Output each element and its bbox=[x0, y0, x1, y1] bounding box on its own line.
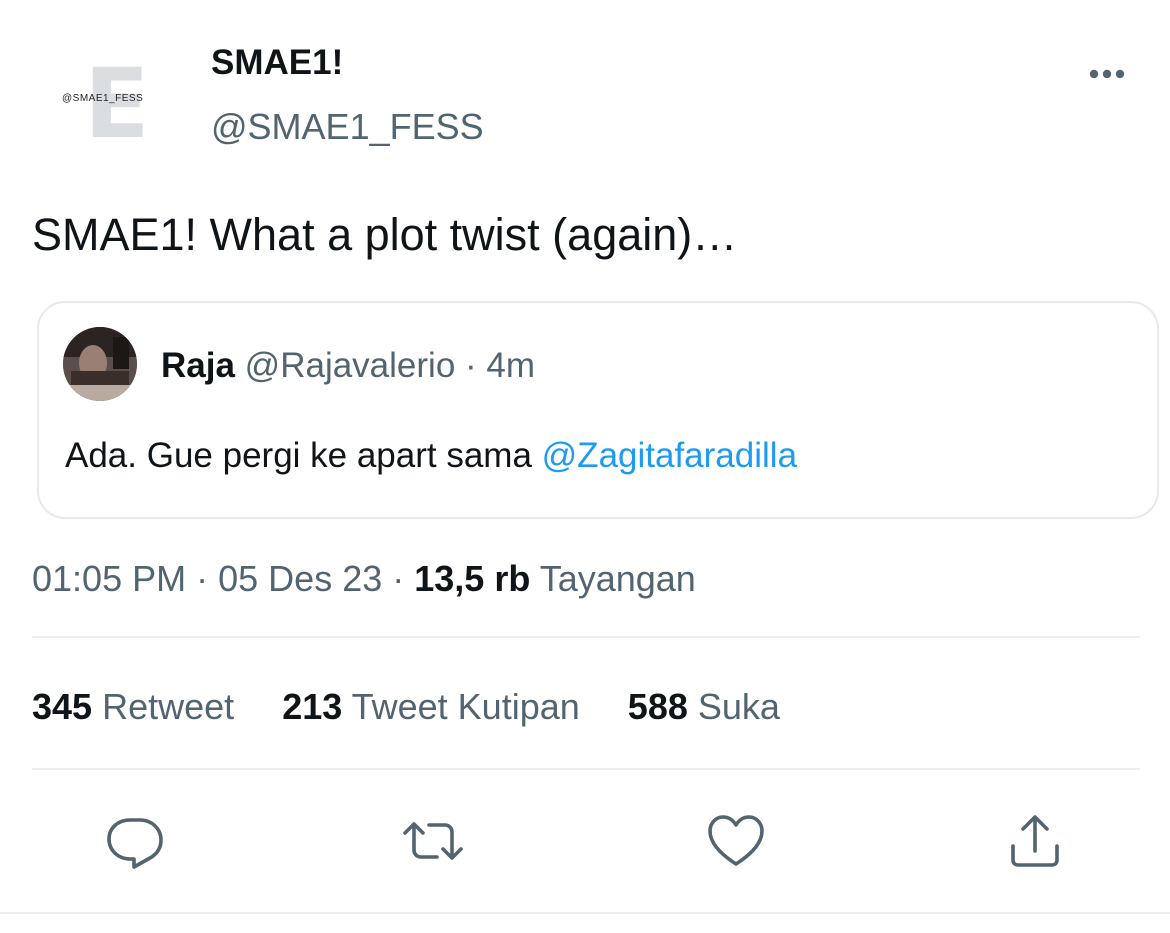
tweet-date[interactable]: 05 Des 23 bbox=[218, 558, 382, 599]
share-icon bbox=[1011, 815, 1059, 867]
author-display-name[interactable]: SMAE1! bbox=[211, 40, 343, 86]
author-handle[interactable]: @SMAE1_FESS bbox=[211, 104, 484, 150]
likes-label: Suka bbox=[697, 686, 780, 727]
quoted-author-name[interactable]: Raja bbox=[161, 346, 235, 385]
quoted-author-handle[interactable]: @Rajavalerio bbox=[245, 346, 456, 385]
quoted-separator: · bbox=[465, 346, 477, 385]
views-label: Tayangan bbox=[539, 558, 696, 599]
author-avatar[interactable]: E @SMAE1_FESS bbox=[44, 40, 168, 164]
avatar-logo-text: @SMAE1_FESS bbox=[62, 93, 144, 104]
meta-separator: · bbox=[392, 558, 405, 599]
tweet-meta: 01:05 PM · 05 Des 23 · 13,5 rb Tayangan bbox=[32, 556, 696, 602]
tweet-time[interactable]: 01:05 PM bbox=[32, 558, 186, 599]
quotes-stat[interactable]: 213 Tweet Kutipan bbox=[282, 684, 580, 730]
views-count: 13,5 rb bbox=[414, 558, 531, 599]
retweet-button[interactable] bbox=[400, 808, 466, 874]
more-options-icon[interactable] bbox=[1088, 64, 1128, 84]
quoted-tweet-text: Ada. Gue pergi ke apart sama @Zagitafara… bbox=[65, 433, 797, 479]
quotes-label: Tweet Kutipan bbox=[351, 686, 580, 727]
bottom-divider bbox=[0, 912, 1170, 914]
like-button[interactable] bbox=[703, 808, 769, 874]
retweets-stat[interactable]: 345 Retweet bbox=[32, 684, 234, 730]
heart-icon bbox=[708, 815, 764, 866]
retweet-icon bbox=[403, 822, 463, 860]
engagement-stats: 345 Retweet 213 Tweet Kutipan 588 Suka bbox=[32, 684, 818, 730]
quoted-tweet-body: Ada. Gue pergi ke apart sama bbox=[65, 436, 542, 475]
quoted-tweet-header: Raja @Rajavalerio · 4m bbox=[161, 344, 535, 388]
mention-link[interactable]: @Zagitafaradilla bbox=[542, 436, 797, 475]
quotes-count: 213 bbox=[282, 686, 343, 727]
divider bbox=[32, 636, 1140, 638]
avatar-logo-letter: E bbox=[84, 48, 150, 160]
reply-icon bbox=[107, 818, 163, 869]
quoted-tweet-card[interactable]: Raja @Rajavalerio · 4m Ada. Gue pergi ke… bbox=[37, 301, 1159, 519]
quoted-tweet-time[interactable]: 4m bbox=[486, 346, 535, 385]
likes-count: 588 bbox=[627, 686, 688, 727]
share-button[interactable] bbox=[1002, 808, 1068, 874]
quoted-author-avatar[interactable] bbox=[63, 327, 137, 401]
divider bbox=[32, 768, 1140, 770]
tweet-text: SMAE1! What a plot twist (again)… bbox=[32, 209, 738, 260]
reply-button[interactable] bbox=[102, 808, 168, 874]
retweets-label: Retweet bbox=[102, 686, 235, 727]
likes-stat[interactable]: 588 Suka bbox=[628, 684, 780, 730]
meta-separator: · bbox=[196, 558, 209, 599]
retweets-count: 345 bbox=[32, 686, 93, 727]
